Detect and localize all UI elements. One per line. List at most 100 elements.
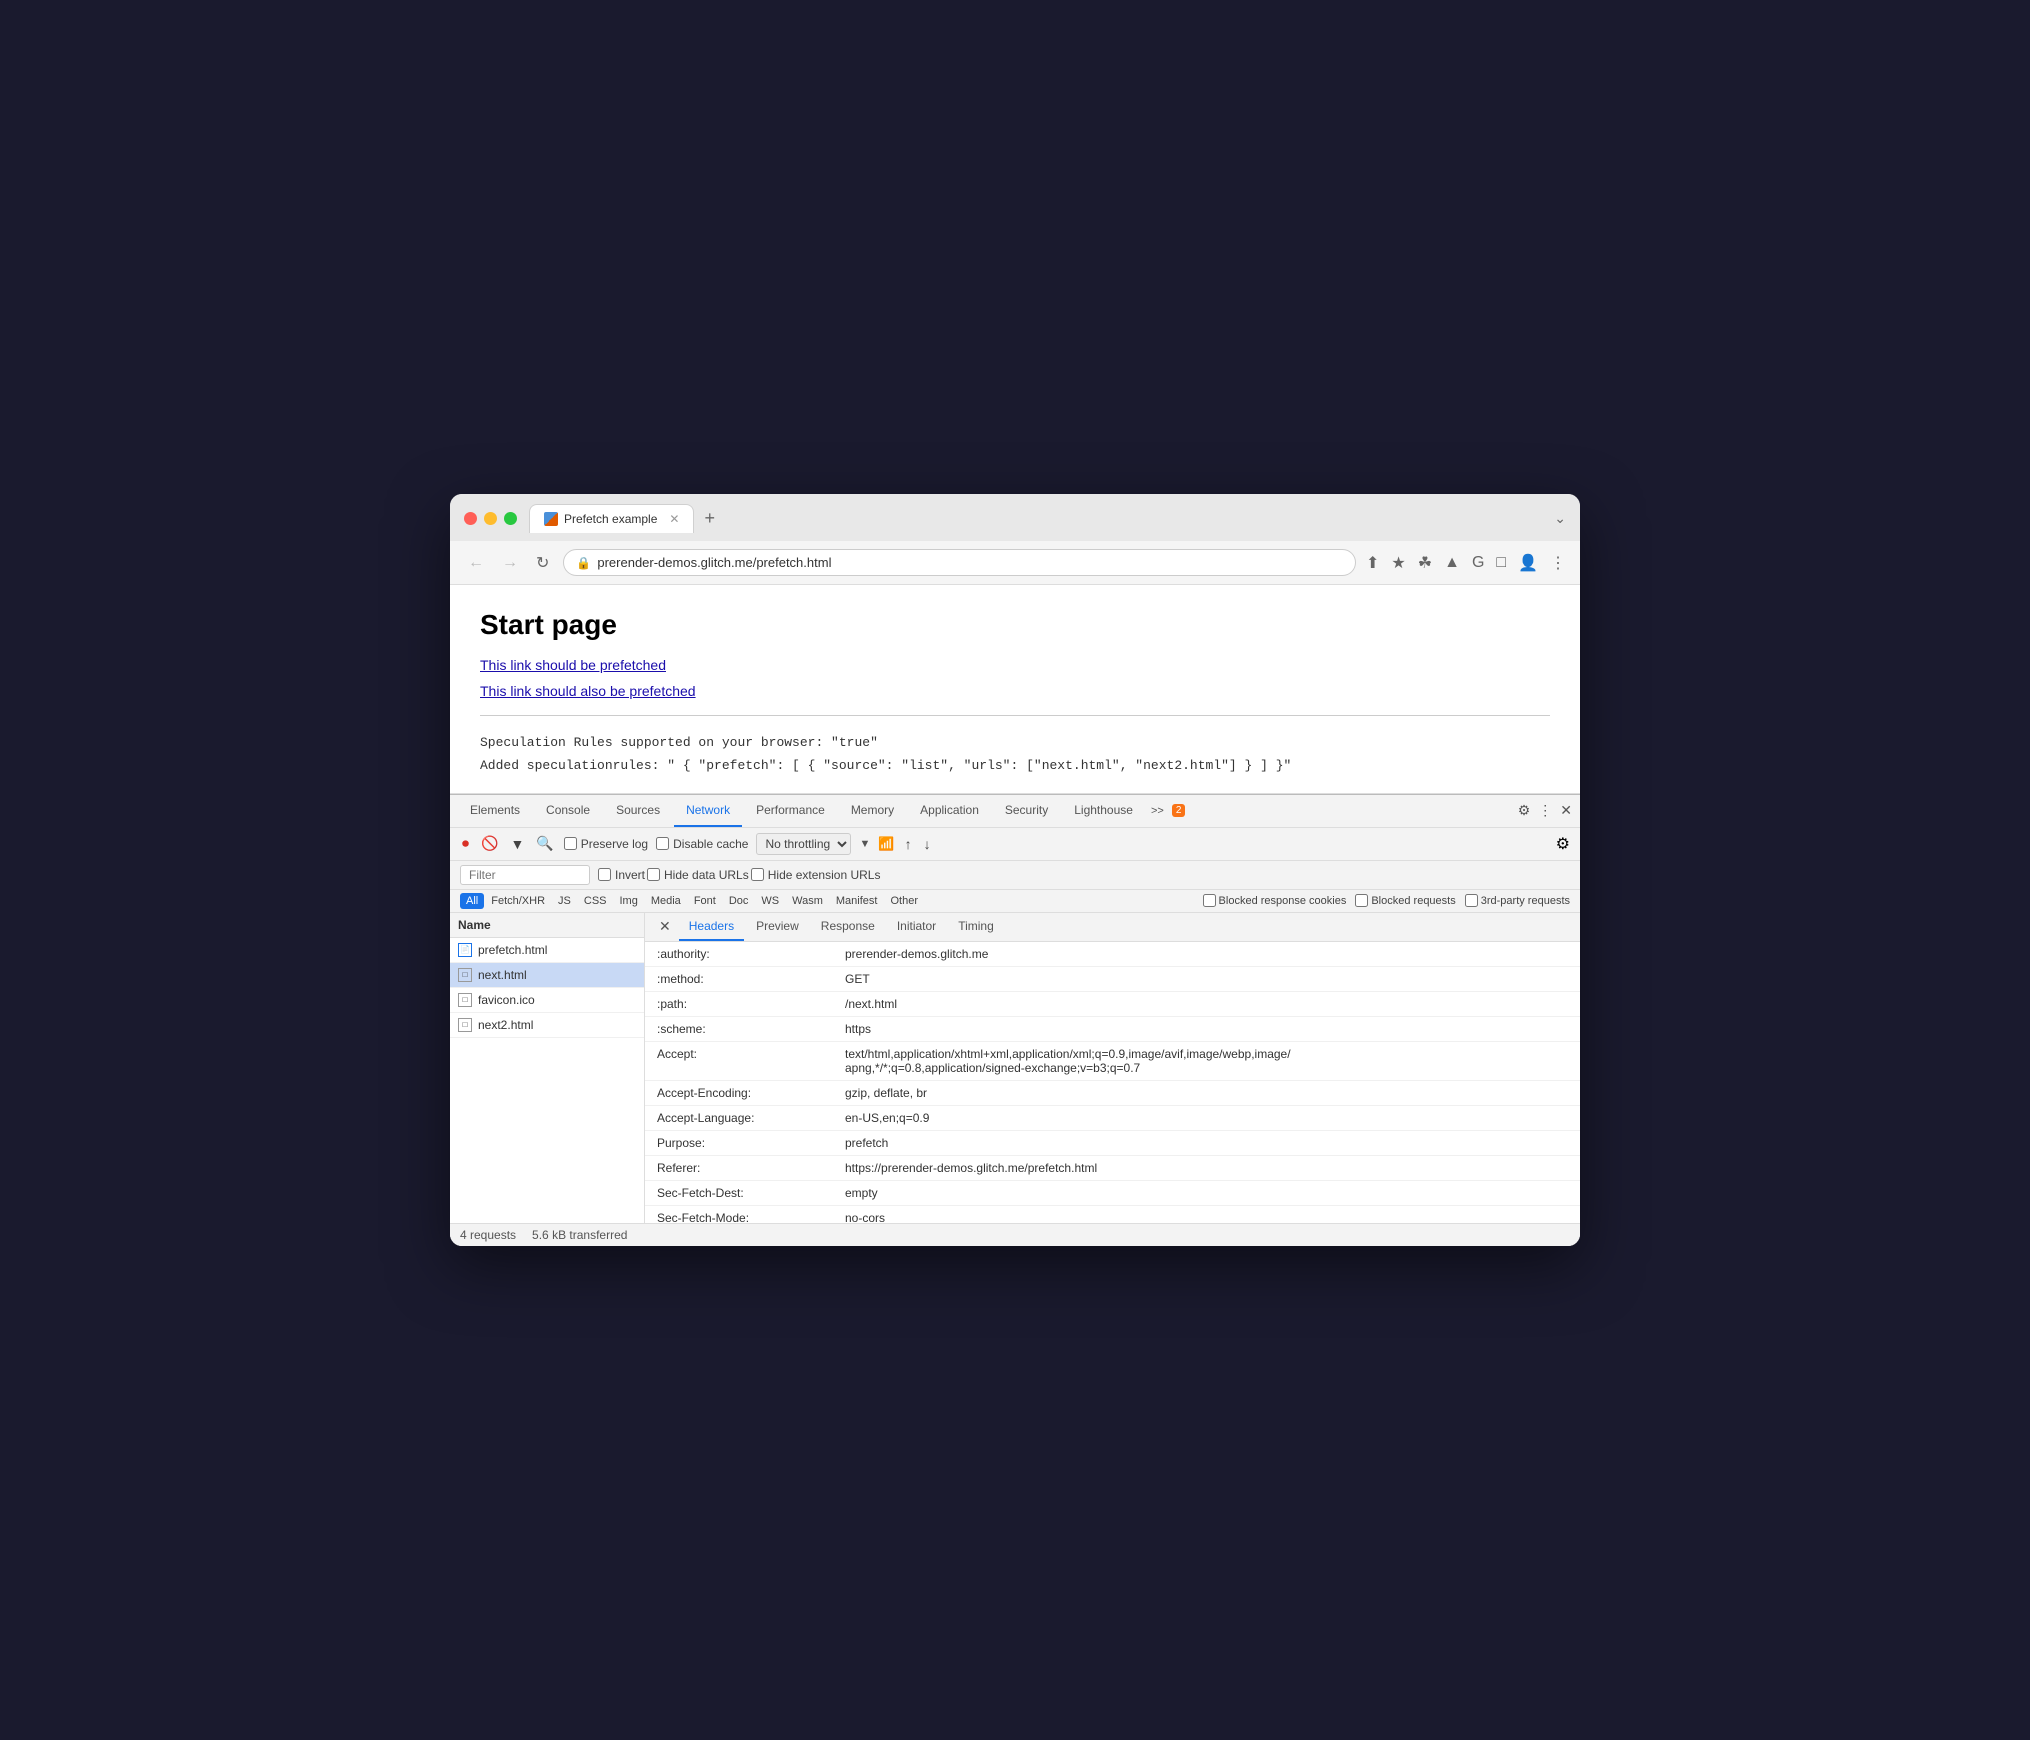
type-filter-wasm[interactable]: Wasm bbox=[786, 893, 829, 909]
bookmark-button[interactable]: ★ bbox=[1391, 553, 1405, 573]
preserve-log-checkbox[interactable] bbox=[564, 837, 577, 850]
list-item[interactable]: □ favicon.ico bbox=[450, 988, 644, 1013]
list-item[interactable]: □ next.html bbox=[450, 963, 644, 988]
tab-lighthouse[interactable]: Lighthouse bbox=[1062, 795, 1145, 827]
tab-application[interactable]: Application bbox=[908, 795, 991, 827]
menu-button[interactable]: ⋮ bbox=[1550, 553, 1566, 573]
hide-ext-urls-checkbox[interactable] bbox=[751, 868, 764, 881]
type-filters-bar: All Fetch/XHR JS CSS Img Media Font Doc … bbox=[450, 890, 1580, 913]
network-table-area: Name 📄 prefetch.html □ next.html □ favic… bbox=[450, 913, 1580, 1223]
invert-label[interactable]: Invert bbox=[598, 868, 645, 882]
headers-tab-timing[interactable]: Timing bbox=[948, 913, 1004, 941]
extensions-button[interactable]: ☘ bbox=[1418, 553, 1432, 573]
hide-data-urls-checkbox[interactable] bbox=[647, 868, 660, 881]
type-filter-font[interactable]: Font bbox=[688, 893, 722, 909]
active-tab[interactable]: Prefetch example ✕ bbox=[529, 504, 694, 533]
third-party-checkbox[interactable] bbox=[1465, 894, 1478, 907]
preserve-log-label[interactable]: Preserve log bbox=[564, 837, 648, 851]
hide-data-urls-label[interactable]: Hide data URLs bbox=[647, 868, 749, 882]
filter-button[interactable]: ▼ bbox=[508, 834, 526, 854]
throttle-select[interactable]: No throttling Fast 3G Slow 3G bbox=[756, 833, 851, 855]
new-tab-button[interactable]: + bbox=[696, 504, 723, 533]
cast-button[interactable]: □ bbox=[1496, 554, 1506, 572]
tab-security[interactable]: Security bbox=[993, 795, 1060, 827]
devtools-settings-icon[interactable]: ⚙ bbox=[1518, 802, 1531, 819]
status-bar: 4 requests 5.6 kB transferred bbox=[450, 1223, 1580, 1246]
disable-cache-label[interactable]: Disable cache bbox=[656, 837, 748, 851]
header-name: Accept-Encoding: bbox=[657, 1086, 837, 1100]
tab-memory[interactable]: Memory bbox=[839, 795, 906, 827]
upload-icon[interactable]: ↑ bbox=[903, 834, 914, 854]
profile-button[interactable]: 👤 bbox=[1518, 553, 1538, 573]
blocked-requests-label[interactable]: Blocked requests bbox=[1355, 894, 1455, 907]
type-filter-manifest[interactable]: Manifest bbox=[830, 893, 884, 909]
file-icon: □ bbox=[458, 993, 472, 1007]
header-name: Accept-Language: bbox=[657, 1111, 837, 1125]
clear-button[interactable]: 🚫 bbox=[479, 833, 500, 854]
header-value: GET bbox=[845, 972, 1568, 986]
url-bar[interactable]: 🔒 prerender-demos.glitch.me/prefetch.htm… bbox=[563, 549, 1356, 576]
more-tabs-button[interactable]: >> bbox=[1147, 799, 1168, 823]
third-party-label[interactable]: 3rd-party requests bbox=[1465, 894, 1570, 907]
network-settings-icon[interactable]: ⚙ bbox=[1556, 834, 1570, 854]
type-filter-media[interactable]: Media bbox=[645, 893, 687, 909]
tabs-row: Prefetch example ✕ + bbox=[529, 504, 1554, 533]
filter-input[interactable] bbox=[460, 865, 590, 885]
devtools-close-icon[interactable]: ✕ bbox=[1560, 802, 1572, 819]
requests-count: 4 requests bbox=[460, 1228, 516, 1242]
type-filter-all[interactable]: All bbox=[460, 893, 484, 909]
type-filter-css[interactable]: CSS bbox=[578, 893, 613, 909]
link1[interactable]: This link should be prefetched bbox=[480, 657, 1550, 673]
transferred-size: 5.6 kB transferred bbox=[532, 1228, 627, 1242]
page-content: Start page This link should be prefetche… bbox=[450, 585, 1580, 793]
back-button[interactable]: ← bbox=[464, 552, 488, 574]
tab-close-button[interactable]: ✕ bbox=[669, 512, 679, 526]
download-icon[interactable]: ↓ bbox=[922, 834, 933, 854]
header-name: Sec-Fetch-Mode: bbox=[657, 1211, 837, 1223]
forward-button[interactable]: → bbox=[498, 552, 522, 574]
google-button[interactable]: G bbox=[1472, 554, 1484, 572]
list-item[interactable]: 📄 prefetch.html bbox=[450, 938, 644, 963]
blocked-cookies-checkbox[interactable] bbox=[1203, 894, 1216, 907]
disable-cache-checkbox[interactable] bbox=[656, 837, 669, 850]
headers-tab-initiator[interactable]: Initiator bbox=[887, 913, 946, 941]
type-filter-fetch[interactable]: Fetch/XHR bbox=[485, 893, 551, 909]
tab-console[interactable]: Console bbox=[534, 795, 602, 827]
blocked-cookies-label[interactable]: Blocked response cookies bbox=[1203, 894, 1347, 907]
html-icon: 📄 bbox=[458, 943, 472, 957]
tab-network[interactable]: Network bbox=[674, 795, 742, 827]
type-filter-other[interactable]: Other bbox=[884, 893, 924, 909]
header-value: prefetch bbox=[845, 1136, 1568, 1150]
extension2-button[interactable]: ▲ bbox=[1444, 554, 1460, 572]
close-control[interactable] bbox=[464, 512, 477, 525]
type-filter-js[interactable]: JS bbox=[552, 893, 577, 909]
headers-tab-preview[interactable]: Preview bbox=[746, 913, 809, 941]
headers-close-button[interactable]: ✕ bbox=[653, 914, 677, 939]
list-item[interactable]: □ next2.html bbox=[450, 1013, 644, 1038]
tab-performance[interactable]: Performance bbox=[744, 795, 837, 827]
tab-elements[interactable]: Elements bbox=[458, 795, 532, 827]
reload-button[interactable]: ↻ bbox=[532, 551, 553, 575]
file-icon: □ bbox=[458, 968, 472, 982]
headers-tab-response[interactable]: Response bbox=[811, 913, 885, 941]
headers-tab-bar: ✕ Headers Preview Response Initiator Tim… bbox=[645, 913, 1580, 942]
tab-menu-button[interactable]: ⌄ bbox=[1554, 510, 1566, 527]
hide-ext-urls-label[interactable]: Hide extension URLs bbox=[751, 868, 881, 882]
blocked-requests-checkbox[interactable] bbox=[1355, 894, 1368, 907]
tab-sources[interactable]: Sources bbox=[604, 795, 672, 827]
code-line1: Speculation Rules supported on your brow… bbox=[480, 732, 1550, 754]
link2[interactable]: This link should also be prefetched bbox=[480, 683, 1550, 699]
invert-checkbox[interactable] bbox=[598, 868, 611, 881]
header-row: Purpose: prefetch bbox=[645, 1131, 1580, 1156]
maximize-control[interactable] bbox=[504, 512, 517, 525]
type-filter-ws[interactable]: WS bbox=[755, 893, 785, 909]
record-button[interactable]: ⏺ bbox=[460, 833, 471, 854]
headers-tab-headers[interactable]: Headers bbox=[679, 913, 744, 941]
share-button[interactable]: ⬆ bbox=[1366, 553, 1379, 573]
header-row: Sec-Fetch-Dest: empty bbox=[645, 1181, 1580, 1206]
minimize-control[interactable] bbox=[484, 512, 497, 525]
type-filter-img[interactable]: Img bbox=[614, 893, 644, 909]
type-filter-doc[interactable]: Doc bbox=[723, 893, 755, 909]
devtools-menu-icon[interactable]: ⋮ bbox=[1538, 802, 1552, 819]
search-button[interactable]: 🔍 bbox=[534, 833, 555, 854]
